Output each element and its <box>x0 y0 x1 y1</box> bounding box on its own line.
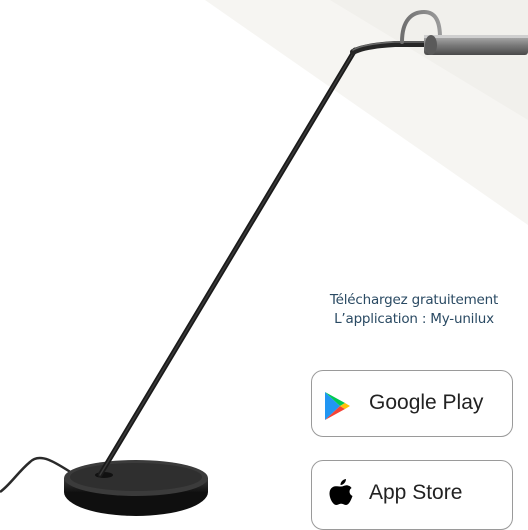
google-play-button[interactable]: Google Play <box>311 370 513 437</box>
download-promo-text: Téléchargez gratuitement L’application :… <box>300 291 528 329</box>
google-play-label: Google Play <box>369 391 484 414</box>
app-store-label: App Store <box>369 481 463 504</box>
apple-icon <box>329 479 353 505</box>
promo-line-1: Téléchargez gratuitement <box>329 292 499 308</box>
google-play-icon <box>325 392 350 420</box>
promo-line-2: L’application : My-unilux <box>334 311 494 327</box>
app-store-button[interactable]: App Store <box>311 460 513 530</box>
desk-lamp-image <box>0 9 528 516</box>
